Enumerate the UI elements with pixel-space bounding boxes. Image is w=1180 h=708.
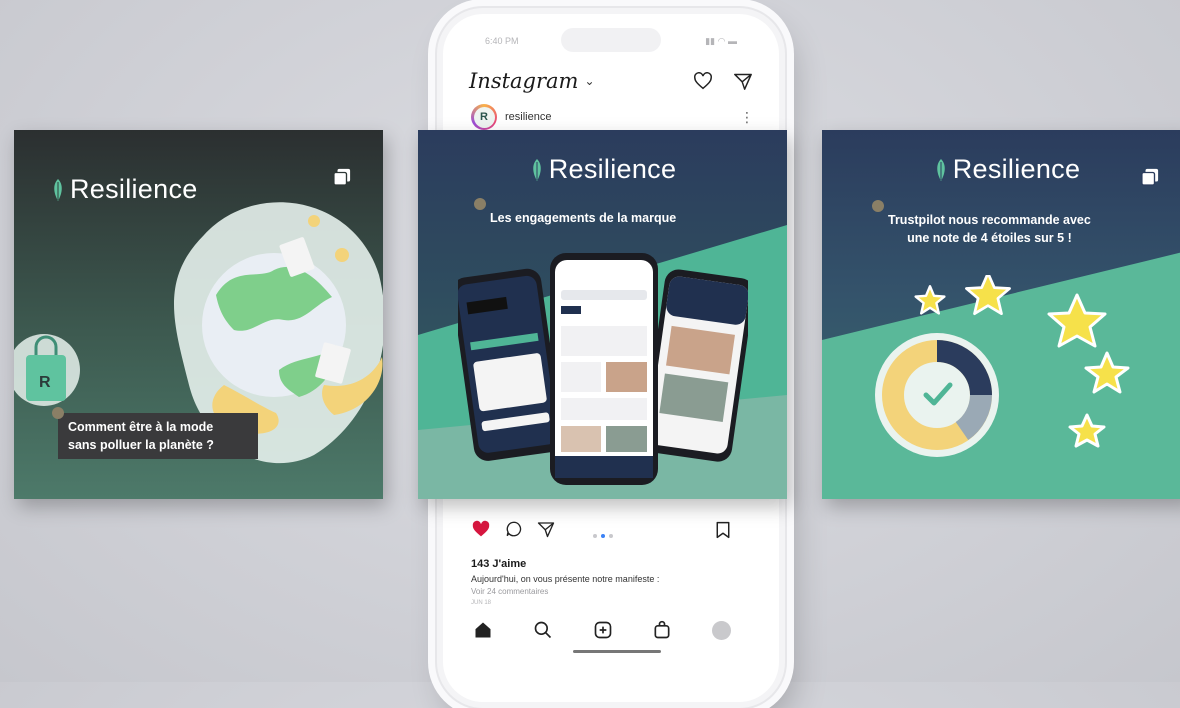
multi-post-icon [1141,168,1159,186]
app-title-text: Instagram [469,69,579,93]
add-post-icon[interactable] [593,620,613,640]
post-caption: Aujourd'hui, on vous présente notre mani… [471,574,660,584]
multi-post-icon [333,168,351,186]
heart-outline-icon[interactable] [693,72,713,90]
status-time: 6:40 PM [485,36,519,46]
check-badge-icon [52,407,64,419]
post-card-trustpilot[interactable]: Resilience Trustpilot nous recommande av… [822,130,1180,499]
comment-icon[interactable] [505,520,523,538]
caption-line-1: Les engagements de la marque [490,211,677,225]
avatar[interactable]: R [471,104,497,130]
carousel-dot-active [601,534,605,538]
carousel-dot [609,534,613,538]
check-badge-icon [474,198,486,210]
brand-logo: Resilience [822,154,1180,185]
carousel-dot [593,534,597,538]
search-icon[interactable] [533,620,553,640]
brand-name: Resilience [548,154,677,184]
post-caption-box: Les engagements de la marque [474,198,680,232]
brand-logo: Resilience [418,154,787,185]
view-comments-link[interactable]: Voir 24 commentaires [471,587,548,596]
svg-text:R: R [39,374,51,391]
app-title[interactable]: Instagram ⌄ [469,69,595,93]
caption-line-2: sans polluer la planète ? [68,438,214,452]
heart-icon[interactable] [471,520,491,538]
instagram-header: Instagram ⌄ [469,66,753,96]
post-caption-box: Comment être à la mode sans polluer la p… [52,407,258,459]
post-card-commitments[interactable]: Resilience Les engagements de la marque [418,130,787,499]
brand-leaf-icon [936,158,945,181]
app-screens-illustration [458,253,748,485]
bookmark-icon[interactable] [715,521,731,539]
caption-line-1: Trustpilot nous recommande avec [888,213,1091,227]
home-icon[interactable] [473,620,493,640]
caption-line-2: une note de 4 étoiles sur 5 ! [907,231,1072,245]
post-card-fashion[interactable]: Resilience R Comment être à la mode sans… [14,130,383,499]
profile-icon[interactable] [712,620,731,640]
paper-plane-icon[interactable] [733,72,753,90]
home-indicator [573,650,661,653]
rating-illustration [875,275,1130,457]
avatar-letter: R [473,106,495,128]
shopping-bag-illustration: R [14,334,80,406]
status-icons: ▮▮ ◠ ▬ [705,36,737,46]
bottom-nav [473,616,731,644]
carousel-dots [593,534,613,538]
brand-leaf-icon [54,178,62,201]
post-account-row: R resilience ⋮ [471,102,754,132]
status-bar: 6:40 PM ▮▮ ◠ ▬ [485,36,737,50]
post-date: JUN 18 [471,600,492,606]
header-actions [693,72,753,90]
shop-icon[interactable] [652,620,672,640]
likes-count[interactable]: 143 J'aime [471,558,526,570]
brand-name: Resilience [952,154,1081,184]
check-badge-icon [872,200,884,212]
chevron-down-icon: ⌄ [584,74,595,88]
account-name[interactable]: resilience [505,111,551,123]
caption-line-1: Comment être à la mode [68,420,214,434]
more-options-icon[interactable]: ⋮ [740,109,754,126]
post-caption-box: Trustpilot nous recommande avec une note… [872,200,1101,252]
brand-leaf-icon [532,158,541,181]
share-icon[interactable] [537,520,555,538]
